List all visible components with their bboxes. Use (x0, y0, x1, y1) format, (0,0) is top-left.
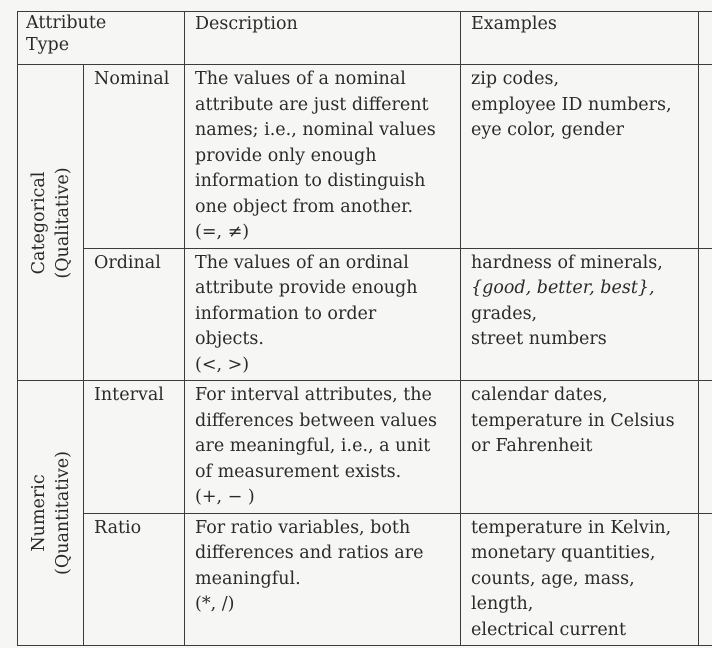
description-line: For interval attributes, the (195, 385, 432, 405)
header-examples: Examples (460, 11, 700, 65)
examples-line: counts, age, mass, (471, 568, 635, 589)
subtype-cell: Interval (82, 380, 186, 514)
header-attribute-type-line-1: Attribute (26, 13, 107, 33)
description-cell: The values of an ordinal attribute provi… (184, 247, 462, 381)
examples-line: eye color, gender (471, 120, 624, 140)
examples-line: {good, better, best}, (471, 278, 655, 298)
group-label-numeric: Numeric (Quantitative) (17, 380, 84, 646)
extra-cell (698, 380, 712, 514)
description-line: The values of a nominal (195, 69, 406, 89)
description-cell: For interval attributes, the differences… (184, 380, 462, 514)
examples-line: employee ID numbers, (471, 94, 672, 115)
subtype-interval: Interval (94, 385, 164, 405)
description-cell: The values of a nominal attribute are ju… (184, 64, 462, 249)
description-line: meaningful. (195, 568, 301, 589)
group-label-line: Numeric (28, 474, 49, 552)
examples-cell: calendar dates, temperature in Celsius o… (460, 380, 700, 514)
extra-cell (698, 512, 712, 646)
extra-cell (698, 64, 712, 249)
subtype-cell: Ordinal (82, 247, 186, 381)
description-line: objects. (195, 329, 264, 349)
subtype-ordinal: Ordinal (94, 252, 161, 273)
description-line: differences and ratios are (195, 543, 424, 563)
examples-line: grades, (471, 303, 538, 324)
examples-line: electrical current (471, 619, 626, 640)
examples-cell: zip codes, employee ID numbers, eye colo… (460, 64, 700, 249)
description-line: (<, >) (195, 354, 250, 375)
examples-line: calendar dates, (471, 385, 608, 405)
description-line: provide only enough (195, 145, 377, 166)
document-page: Attribute Type Description Examples Cate… (0, 0, 712, 648)
examples-line: street numbers (471, 329, 607, 349)
description-line: are meaningful, i.e., a unit (195, 436, 431, 456)
table-row: Numeric (Quantitative) Interval For inte… (17, 380, 712, 646)
group-label-line: Categorical (28, 171, 49, 274)
description-line: names; i.e., nominal values (195, 120, 436, 140)
description-line: one object from another. (195, 196, 414, 217)
table-row: Categorical (Qualitative) Nominal The va… (17, 64, 712, 381)
description-line: (*, /) (195, 594, 235, 614)
subtype-ratio: Ratio (94, 517, 142, 538)
description-line: (=, ≠) (195, 222, 250, 242)
group-label-categorical: Categorical (Qualitative) (17, 64, 84, 381)
description-line: For ratio variables, both (195, 517, 411, 538)
header-description: Description (184, 11, 462, 65)
description-line: The values of an ordinal (195, 252, 409, 273)
examples-cell: hardness of minerals, {good, better, bes… (460, 247, 700, 381)
examples-line: or Fahrenheit (471, 436, 593, 456)
header-examples-label: Examples (471, 14, 557, 34)
examples-line: length, (471, 594, 534, 614)
description-line: of measurement exists. (195, 461, 402, 482)
description-cell: For ratio variables, both differences an… (184, 512, 462, 646)
description-line: information to order (195, 303, 377, 324)
header-row: Attribute Type Description Examples (16, 11, 712, 65)
examples-line: zip codes, (471, 69, 560, 89)
header-attribute-type: Attribute Type (16, 11, 186, 65)
table-row: Ratio For ratio variables, both differen… (18, 512, 712, 646)
description-line: attribute are just different (195, 94, 429, 115)
examples-cell: temperature in Kelvin, monetary quantiti… (460, 512, 700, 646)
group-label-line: (Quantitative) (52, 451, 73, 575)
header-attribute-type-line-2: Type (26, 35, 70, 55)
group-label-line: (Qualitative) (52, 166, 73, 279)
examples-line: monetary quantities, (471, 543, 656, 563)
table-row: Ordinal The values of an ordinal attribu… (18, 247, 712, 381)
attribute-types-table: Attribute Type Description Examples Cate… (16, 11, 712, 646)
examples-line: temperature in Celsius (471, 410, 675, 431)
header-description-label: Description (195, 14, 298, 34)
subtype-cell: Nominal (82, 64, 186, 249)
description-line: attribute provide enough (195, 278, 418, 298)
description-line: information to distinguish (195, 171, 426, 191)
subtype-cell: Ratio (82, 512, 186, 646)
examples-line: temperature in Kelvin, (471, 517, 672, 538)
description-line: differences between values (195, 410, 437, 431)
extra-cell (698, 247, 712, 381)
description-line: (+, − ) (195, 487, 255, 507)
header-extra-column (698, 11, 712, 65)
examples-line: hardness of minerals, (471, 252, 663, 273)
subtype-nominal: Nominal (94, 69, 170, 89)
